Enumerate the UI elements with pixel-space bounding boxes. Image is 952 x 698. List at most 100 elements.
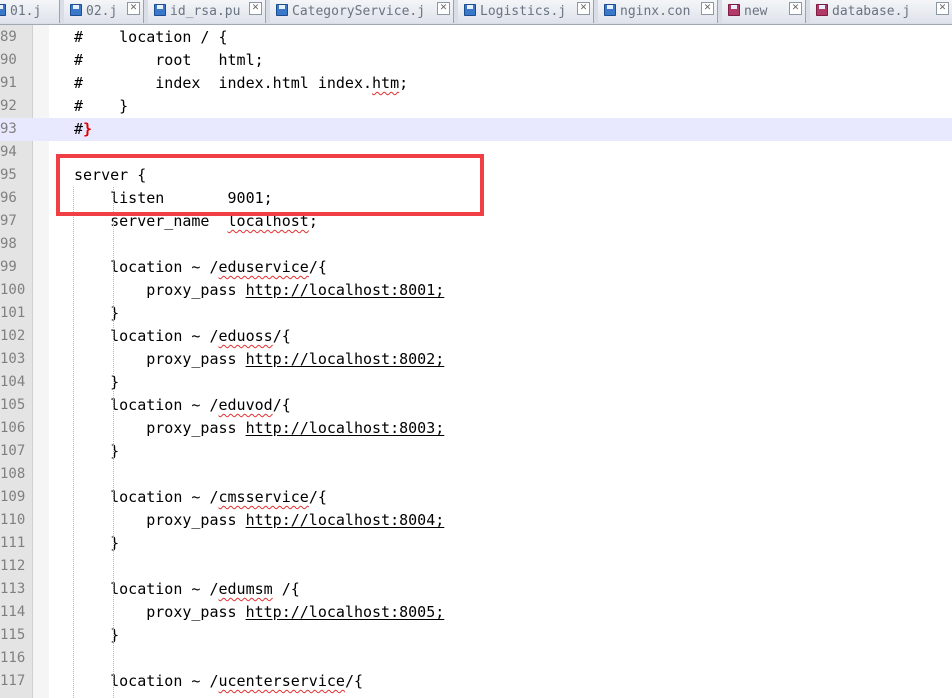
tab-02[interactable]: 02.j ✕ (64, 0, 144, 23)
code-line[interactable]: 101 } (0, 302, 952, 325)
code-line[interactable]: 117 location ~ /ucenterservice/{ (0, 670, 952, 693)
save-disk-icon (0, 4, 6, 16)
close-icon[interactable]: ✕ (936, 2, 949, 15)
code-line[interactable]: 106 proxy_pass http://localhost:8003; (0, 417, 952, 440)
code-token: /{ (344, 672, 363, 690)
code-token: eduoss (218, 327, 273, 345)
line-number: 104 (0, 374, 26, 390)
tab-category-service[interactable]: CategoryService.j ✕ (270, 0, 454, 23)
close-icon[interactable]: ✕ (249, 2, 262, 15)
url-link[interactable]: http://localhost:8005; (246, 603, 445, 621)
code-line[interactable]: 105 location ~ /eduvod/{ (0, 394, 952, 417)
tab-new[interactable]: new ✕ (722, 0, 806, 23)
line-number: 101 (0, 305, 26, 321)
code-line[interactable]: 103 proxy_pass http://localhost:8002; (0, 348, 952, 371)
code-token: proxy_pass (74, 281, 246, 299)
code-editor[interactable]: 89 # location / {90 # root html; 91 # index … (0, 26, 952, 693)
tab-nginx-conf[interactable]: nginx.con ✕ (598, 0, 718, 23)
close-icon[interactable]: ✕ (127, 2, 140, 15)
code-line[interactable]: 98 (0, 233, 952, 256)
line-text: location ~ /edumsm /{ (74, 580, 300, 598)
close-icon[interactable]: ✕ (437, 2, 450, 15)
url-link[interactable]: http://localhost:8002; (246, 350, 445, 368)
indent-guide (113, 187, 114, 698)
code-token: /{ (272, 396, 291, 414)
line-number: 109 (0, 489, 26, 505)
code-token: # index index.html index. (74, 74, 373, 92)
line-number: 102 (0, 328, 26, 344)
code-line[interactable]: 100 proxy_pass http://localhost:8001; (0, 279, 952, 302)
code-line[interactable]: 114 proxy_pass http://localhost:8005; (0, 601, 952, 624)
code-line[interactable]: 110 proxy_pass http://localhost:8004; (0, 509, 952, 532)
code-line[interactable]: 102 location ~ /eduoss/{ (0, 325, 952, 348)
tab-id-rsa[interactable]: id_rsa.pu ✕ (148, 0, 266, 23)
code-token: eduservice (218, 258, 309, 276)
line-number: 113 (0, 581, 26, 597)
line-number: 91 (0, 75, 17, 91)
code-token: location ~ / (74, 327, 219, 345)
line-text: proxy_pass http://localhost:8004; (74, 511, 444, 529)
line-text: location ~ /eduservice/{ (74, 258, 327, 276)
code-token: /{ (272, 580, 300, 598)
line-number: 92 (0, 98, 17, 114)
code-line[interactable]: 91 # index index.html index.htm; (0, 72, 952, 95)
code-line[interactable]: 92 # } (0, 95, 952, 118)
code-token: cmsservice (218, 488, 309, 506)
url-link[interactable]: http://localhost:8004; (246, 511, 445, 529)
url-link[interactable]: http://localhost:8003; (246, 419, 445, 437)
code-line[interactable]: 111 } (0, 532, 952, 555)
line-number: 93 (0, 121, 17, 137)
code-token: /{ (308, 488, 327, 506)
url-link[interactable]: http://localhost:8001; (246, 281, 445, 299)
code-line[interactable]: 115 } (0, 624, 952, 647)
tab-label: 02.j (86, 4, 118, 19)
code-token: location ~ / (74, 672, 219, 690)
line-text: # root html; (74, 51, 264, 69)
line-text: location ~ /ucenterservice/{ (74, 672, 363, 690)
code-token: } (83, 120, 93, 138)
close-icon[interactable]: ✕ (789, 2, 802, 15)
tab-database[interactable]: database.j ✕ (810, 0, 952, 23)
tab-01[interactable]: 01.j (0, 0, 60, 23)
code-line[interactable]: 99 location ~ /eduservice/{ (0, 256, 952, 279)
line-number: 95 (0, 167, 17, 183)
code-line[interactable]: 113 location ~ /edumsm /{ (0, 578, 952, 601)
close-icon[interactable]: ✕ (701, 2, 714, 15)
tab-label: nginx.con (620, 4, 691, 19)
line-number: 97 (0, 213, 17, 229)
save-disk-icon (464, 4, 476, 16)
code-line[interactable]: 108 (0, 463, 952, 486)
save-disk-icon (604, 4, 616, 16)
code-line[interactable]: 90 # root html; (0, 49, 952, 72)
line-number: 99 (0, 259, 17, 275)
line-number: 115 (0, 627, 26, 643)
tab-label: 01.j (10, 4, 42, 19)
line-number: 98 (0, 236, 17, 252)
line-number: 105 (0, 397, 26, 413)
code-line[interactable]: 109 location ~ /cmsservice/{ (0, 486, 952, 509)
close-icon[interactable]: ✕ (577, 2, 590, 15)
code-line[interactable]: 104 } (0, 371, 952, 394)
save-disk-icon (70, 4, 82, 16)
code-line[interactable]: 116 (0, 647, 952, 670)
tab-logistics[interactable]: Logistics.j ✕ (458, 0, 594, 23)
line-number: 107 (0, 443, 26, 459)
code-token: proxy_pass (74, 419, 246, 437)
code-line[interactable]: 89 # location / { (0, 26, 952, 49)
indent-guide (73, 187, 74, 698)
code-line[interactable]: 93 #} (0, 118, 952, 141)
code-token: location ~ / (74, 258, 219, 276)
line-text: proxy_pass http://localhost:8002; (74, 350, 444, 368)
line-text: proxy_pass http://localhost:8003; (74, 419, 444, 437)
code-token: proxy_pass (74, 350, 246, 368)
line-number: 108 (0, 466, 26, 482)
line-number: 116 (0, 650, 26, 666)
save-disk-icon (276, 4, 288, 16)
code-line[interactable]: 107 } (0, 440, 952, 463)
code-token: # location / { (74, 28, 228, 46)
line-number: 103 (0, 351, 26, 367)
line-number: 117 (0, 673, 26, 689)
line-number: 96 (0, 190, 17, 206)
line-text: location ~ /eduoss/{ (74, 327, 291, 345)
code-line[interactable]: 112 (0, 555, 952, 578)
